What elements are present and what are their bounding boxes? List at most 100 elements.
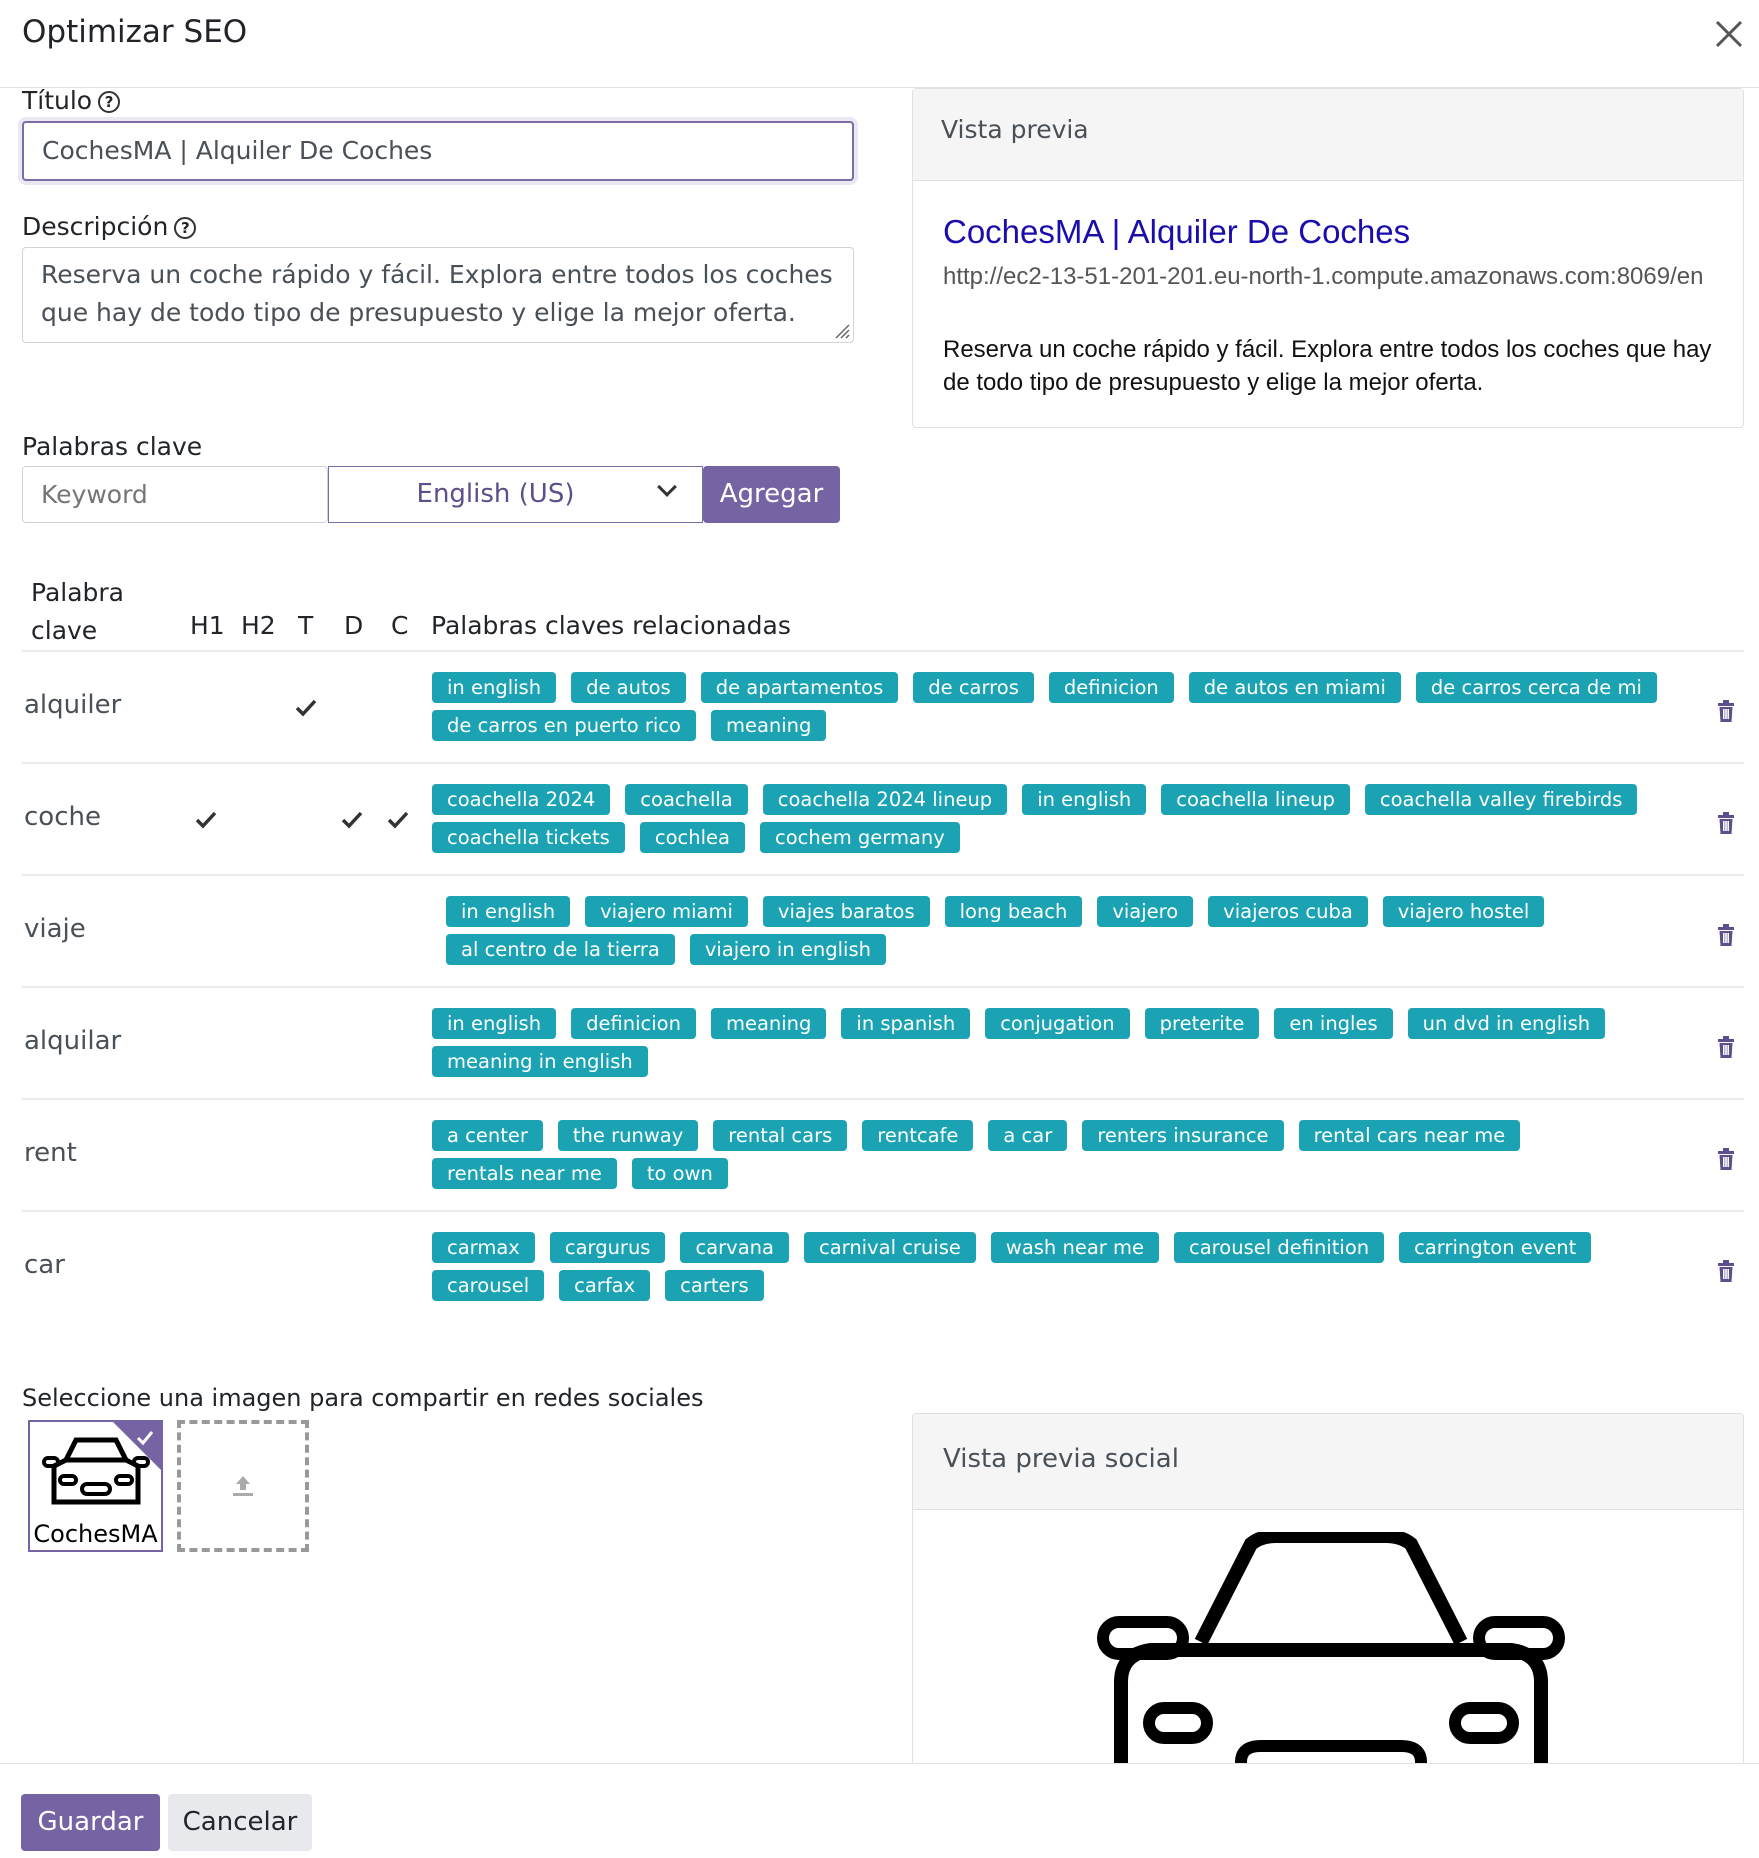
trash-icon[interactable]: [1716, 1035, 1736, 1059]
title-label: Título?: [22, 88, 121, 115]
related-keyword-tag[interactable]: carmax: [432, 1232, 535, 1263]
col-related-header: Palabras claves relacionadas: [431, 611, 791, 640]
related-keyword-tag[interactable]: in english: [446, 896, 571, 927]
related-keyword-tag[interactable]: coachella tickets: [432, 822, 625, 853]
social-preview-heading: Vista previa social: [913, 1414, 1743, 1510]
related-keywords-list: in english definicion meaning in spanish con…: [432, 1008, 1712, 1077]
col-keyword-header-line2: clave: [31, 616, 98, 645]
keyword-input[interactable]: [22, 466, 328, 523]
row-divider: [22, 986, 1744, 988]
close-icon[interactable]: [1709, 14, 1749, 54]
related-keyword-tag[interactable]: conjugation: [985, 1008, 1130, 1039]
related-keyword-tag[interactable]: rental cars near me: [1298, 1120, 1521, 1151]
related-keyword-tag[interactable]: de autos: [571, 672, 686, 703]
trash-icon[interactable]: [1716, 699, 1736, 723]
title-input[interactable]: CochesMA | Alquiler De Coches: [22, 121, 854, 181]
add-keyword-button[interactable]: Agregar: [703, 466, 840, 523]
related-keyword-tag[interactable]: carrington event: [1399, 1232, 1592, 1263]
related-keywords-list: coachella 2024 coachella coachella 2024 li…: [432, 784, 1712, 853]
trash-icon[interactable]: [1716, 923, 1736, 947]
related-keyword-tag[interactable]: wash near me: [990, 1232, 1160, 1263]
description-textarea[interactable]: Reserva un coche rápido y fácil. Explora…: [22, 247, 854, 343]
related-keyword-tag[interactable]: un dvd in english: [1407, 1008, 1606, 1039]
related-keyword-tag[interactable]: viajes baratos: [762, 896, 930, 927]
trash-icon[interactable]: [1716, 1147, 1736, 1171]
social-image-thumbnail[interactable]: CochesMA: [28, 1420, 163, 1552]
related-keyword-tag[interactable]: en ingles: [1274, 1008, 1393, 1039]
chevron-down-icon: [657, 477, 677, 497]
related-keyword-tag[interactable]: carnival cruise: [803, 1232, 976, 1263]
keyword-cell: alquilar: [24, 1026, 122, 1056]
row-divider: [22, 650, 1744, 652]
related-keyword-tag[interactable]: viajero hostel: [1382, 896, 1545, 927]
related-keyword-tag[interactable]: meaning: [710, 710, 827, 741]
related-keyword-tag[interactable]: a car: [988, 1120, 1068, 1151]
related-keyword-tag[interactable]: long beach: [944, 896, 1083, 927]
related-keyword-tag[interactable]: carfax: [559, 1270, 651, 1301]
related-keyword-tag[interactable]: de carros en puerto rico: [432, 710, 696, 741]
col-h1-header: H1: [190, 611, 225, 640]
trash-icon[interactable]: [1716, 811, 1736, 835]
resize-handle-icon[interactable]: [832, 321, 850, 339]
related-keyword-tag[interactable]: coachella: [625, 784, 748, 815]
trash-icon[interactable]: [1716, 1259, 1736, 1283]
help-icon[interactable]: ?: [98, 91, 121, 113]
related-keyword-tag[interactable]: de apartamentos: [700, 672, 899, 703]
related-keyword-tag[interactable]: coachella valley firebirds: [1364, 784, 1638, 815]
related-keyword-tag[interactable]: de carros: [913, 672, 1034, 703]
related-keyword-tag[interactable]: carousel: [432, 1270, 545, 1301]
related-keyword-tag[interactable]: cochlea: [639, 822, 745, 853]
related-keyword-tag[interactable]: rentals near me: [432, 1158, 617, 1189]
related-keyword-tag[interactable]: meaning: [710, 1008, 827, 1039]
keyword-cell: rent: [24, 1138, 77, 1168]
related-keyword-tag[interactable]: the runway: [557, 1120, 699, 1151]
row-divider: [22, 762, 1744, 764]
related-keyword-tag[interactable]: in english: [1022, 784, 1147, 815]
related-keyword-tag[interactable]: coachella 2024 lineup: [762, 784, 1008, 815]
related-keyword-tag[interactable]: carousel definition: [1174, 1232, 1385, 1263]
related-keyword-tag[interactable]: viajero: [1097, 896, 1194, 927]
related-keyword-tag[interactable]: cochem germany: [759, 822, 960, 853]
related-keyword-tag[interactable]: al centro de la tierra: [446, 934, 675, 965]
language-select[interactable]: English (US): [328, 466, 703, 523]
related-keyword-tag[interactable]: a center: [432, 1120, 543, 1151]
check-icon: [295, 699, 317, 717]
related-keyword-tag[interactable]: coachella lineup: [1161, 784, 1350, 815]
related-keyword-tag[interactable]: coachella 2024: [432, 784, 611, 815]
related-keyword-tag[interactable]: in english: [432, 672, 557, 703]
col-keyword-header: Palabra clave: [31, 574, 124, 650]
related-keyword-tag[interactable]: viajero in english: [689, 934, 886, 965]
cancel-button[interactable]: Cancelar: [168, 1794, 312, 1851]
related-keyword-tag[interactable]: in english: [432, 1008, 557, 1039]
row-divider: [22, 1098, 1744, 1100]
keywords-label: Palabras clave: [22, 432, 203, 461]
related-keyword-tag[interactable]: preterite: [1144, 1008, 1260, 1039]
related-keyword-tag[interactable]: definicion: [571, 1008, 696, 1039]
related-keyword-tag[interactable]: definicion: [1048, 672, 1174, 703]
related-keyword-tag[interactable]: to own: [631, 1158, 728, 1189]
related-keyword-tag[interactable]: de autos en miami: [1188, 672, 1401, 703]
related-keyword-tag[interactable]: cargurus: [549, 1232, 666, 1263]
related-keyword-tag[interactable]: carters: [665, 1270, 764, 1301]
preview-description: Reserva un coche rápido y fácil. Explora…: [943, 336, 1712, 396]
check-icon: [341, 811, 363, 829]
related-keyword-tag[interactable]: viajeros cuba: [1208, 896, 1368, 927]
related-keyword-tag[interactable]: rental cars: [713, 1120, 848, 1151]
related-keyword-tag[interactable]: viajero miami: [585, 896, 748, 927]
save-button[interactable]: Guardar: [21, 1794, 160, 1851]
related-keyword-tag[interactable]: carvana: [680, 1232, 789, 1263]
description-value: Reserva un coche rápido y fácil. Explora…: [41, 260, 833, 327]
related-keyword-tag[interactable]: in spanish: [841, 1008, 971, 1039]
related-keyword-tag[interactable]: renters insurance: [1082, 1120, 1284, 1151]
social-preview-card: Vista previa social: [912, 1413, 1744, 1763]
related-keyword-tag[interactable]: rentcafe: [862, 1120, 974, 1151]
col-t-header: T: [298, 611, 314, 640]
related-keyword-tag[interactable]: de carros cerca de mi: [1415, 672, 1657, 703]
keyword-cell: viaje: [24, 914, 86, 944]
description-label: Descripción?: [22, 212, 197, 241]
related-keyword-tag[interactable]: meaning in english: [432, 1046, 648, 1077]
upload-image-button[interactable]: [177, 1420, 309, 1552]
preview-title: CochesMA | Alquiler De Coches: [943, 213, 1411, 250]
help-icon[interactable]: ?: [174, 217, 197, 239]
check-icon: [195, 811, 217, 829]
